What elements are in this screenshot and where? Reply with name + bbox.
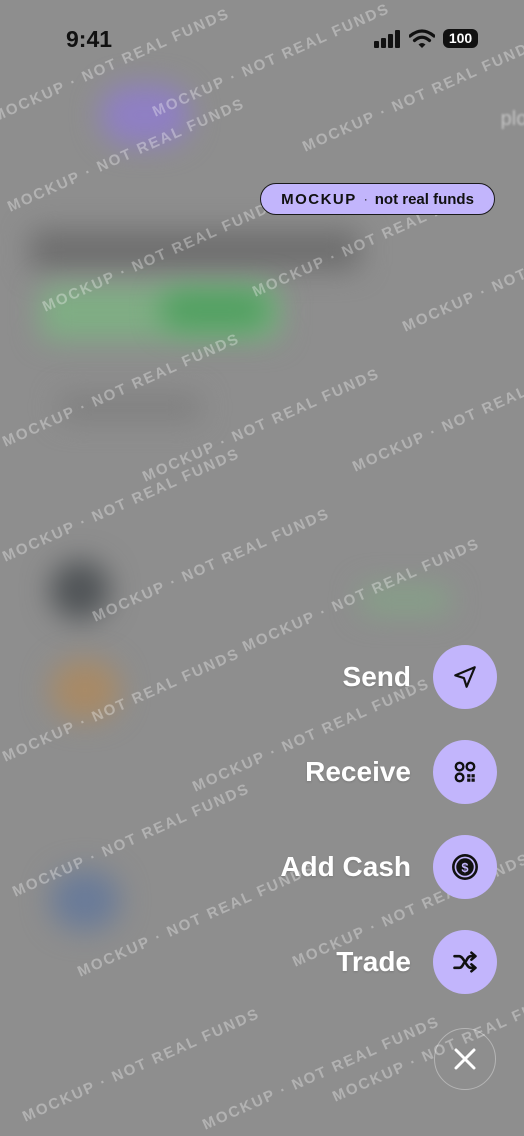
action-send[interactable]: Send [343,645,497,709]
badge-separator: · [363,192,368,206]
badge-rest-text: not real funds [374,190,474,208]
background-partial-text: plor [500,108,524,130]
badge-strong-text: MOCKUP [281,190,357,208]
wifi-icon [409,29,435,48]
action-add-cash[interactable]: Add Cash $ [280,835,497,899]
battery-indicator: 100 [443,29,478,48]
dollar-circle-icon: $ [452,854,478,880]
cellular-signal-icon [374,30,400,48]
action-trade[interactable]: Trade [336,930,497,994]
trade-button[interactable] [433,930,497,994]
close-button[interactable] [434,1028,496,1090]
send-button[interactable] [433,645,497,709]
svg-text:$: $ [461,860,468,875]
qr-code-icon [454,761,476,783]
mockup-badge: MOCKUP · not real funds [260,183,495,215]
status-bar: 9:41 100 [0,0,524,80]
shuffle-icon [453,951,477,973]
trade-label[interactable]: Trade [336,946,411,978]
receive-button[interactable] [433,740,497,804]
add-cash-button[interactable]: $ [433,835,497,899]
send-label[interactable]: Send [343,661,411,693]
send-icon [454,666,476,688]
close-icon [454,1048,476,1070]
receive-label[interactable]: Receive [305,756,411,788]
status-time: 9:41 [66,26,113,52]
action-receive[interactable]: Receive [305,740,497,804]
add-cash-label[interactable]: Add Cash [280,851,411,883]
